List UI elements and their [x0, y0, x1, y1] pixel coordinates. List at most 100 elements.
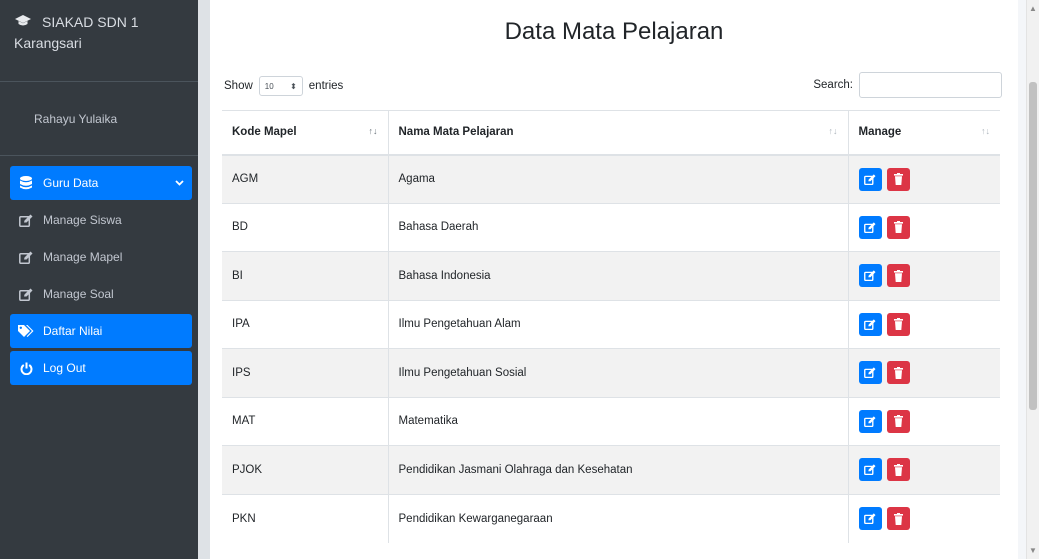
main-content: Data Mata Pelajaran Show 10 ⬍ entries Se… [210, 0, 1018, 559]
page-title: Data Mata Pelajaran [504, 18, 724, 45]
cell-kode-mapel: IPS [222, 348, 388, 397]
sidebar-item-log-out[interactable]: Log Out [10, 351, 192, 385]
scroll-down-icon[interactable]: ▼ [1029, 546, 1037, 555]
scrollbar-thumb[interactable] [1029, 82, 1037, 410]
sidebar-nav: Guru Data Manage Siswa Manage Mapel Mana… [0, 156, 198, 385]
show-label: Show [224, 80, 253, 92]
chevron-down-icon [175, 178, 184, 189]
trash-icon [893, 221, 903, 234]
cell-manage [847, 445, 1000, 494]
cell-manage [847, 202, 1000, 252]
edit-button[interactable] [858, 215, 882, 239]
sidebar-item-manage-soal[interactable]: Manage Soal [10, 277, 192, 311]
user-panel[interactable]: Rahayu Yulaika [0, 82, 198, 156]
edit-button[interactable] [858, 409, 882, 433]
delete-button[interactable] [886, 264, 910, 288]
edit-button[interactable] [858, 312, 882, 336]
cell-kode-mapel: MAT [222, 396, 388, 446]
edit-button[interactable] [858, 361, 882, 385]
entries-select[interactable]: 10 ⬍ [258, 76, 303, 96]
table-row: BI Bahasa Indonesia [222, 251, 1000, 300]
search-control: Search: [813, 72, 1002, 98]
tags-icon [18, 324, 34, 338]
cell-kode-mapel: PJOK [222, 445, 388, 494]
table-controls: Show 10 ⬍ entries Search: [224, 72, 1002, 98]
header-nama-mata-pelajaran[interactable]: Nama Mata Pelajaran ↑↓ [387, 110, 848, 156]
edit-button[interactable] [858, 264, 882, 288]
database-icon [18, 176, 34, 190]
trash-icon [893, 269, 903, 282]
sidebar-item-manage-siswa[interactable]: Manage Siswa [10, 203, 192, 237]
header-kode-mapel[interactable]: Kode Mapel ↑↓ [222, 110, 388, 156]
brand-text: SIAKAD SDN 1 Karangsari [14, 14, 139, 51]
cell-manage [847, 154, 1000, 203]
cell-nama-mata-pelajaran: Bahasa Daerah [387, 202, 848, 252]
cell-kode-mapel: IPA [222, 299, 388, 349]
scroll-up-icon[interactable]: ▲ [1029, 4, 1037, 13]
trash-icon [893, 366, 903, 379]
sidebar-divider [198, 0, 210, 559]
delete-button[interactable] [886, 215, 910, 239]
subjects-table: Kode Mapel ↑↓ Nama Mata Pelajaran ↑↓ Man… [222, 110, 1000, 543]
graduation-cap-icon [14, 12, 32, 33]
edit-icon [864, 222, 876, 233]
sidebar-item-manage-mapel[interactable]: Manage Mapel [10, 240, 192, 274]
header-label: Manage [858, 126, 902, 139]
header-label: Nama Mata Pelajaran [398, 126, 514, 139]
edit-icon [18, 213, 34, 227]
table-header-row: Kode Mapel ↑↓ Nama Mata Pelajaran ↑↓ Man… [222, 110, 1000, 156]
user-name: Rahayu Yulaika [34, 111, 118, 126]
sidebar-item-guru-data[interactable]: Guru Data [10, 166, 192, 200]
delete-button[interactable] [886, 458, 910, 482]
sort-icon: ↑↓ [981, 126, 990, 136]
edit-icon [864, 464, 876, 476]
edit-button[interactable] [858, 458, 882, 482]
table-body: AGM Agama BD Bahasa Daerah BI Bahasa Indonesi… [222, 154, 1000, 543]
cell-nama-mata-pelajaran: Agama [387, 154, 848, 203]
cell-manage [847, 299, 1000, 349]
header-manage[interactable]: Manage ↑↓ [847, 110, 1000, 156]
sidebar-item-daftar-nilai[interactable]: Daftar Nilai [10, 314, 192, 348]
sidebar-item-label: Manage Siswa [43, 213, 122, 227]
sidebar: SIAKAD SDN 1 Karangsari Rahayu Yulaika G… [0, 0, 198, 559]
edit-icon [18, 250, 34, 264]
cell-manage [847, 251, 1000, 300]
delete-button[interactable] [886, 409, 910, 433]
table-row: MAT Matematika [222, 396, 1000, 446]
edit-icon [864, 270, 876, 282]
edit-button[interactable] [858, 167, 882, 191]
delete-button[interactable] [886, 507, 910, 530]
table-row: IPS Ilmu Pengetahuan Sosial [222, 348, 1000, 397]
select-arrows-icon: ⬍ [290, 81, 297, 91]
entries-value: 10 [264, 81, 274, 91]
entries-control: Show 10 ⬍ entries [224, 76, 343, 96]
delete-button[interactable] [886, 312, 910, 336]
sidebar-item-label: Manage Mapel [43, 250, 123, 264]
edit-icon [18, 287, 34, 301]
cell-kode-mapel: PKN [222, 493, 388, 543]
cell-nama-mata-pelajaran: Bahasa Indonesia [387, 251, 848, 300]
trash-icon [893, 415, 903, 428]
scrollbar[interactable]: ▲ ▼ [1026, 0, 1039, 559]
table-row: PJOK Pendidikan Jasmani Olahraga dan Kese… [222, 445, 1000, 494]
sidebar-item-label: Log Out [43, 361, 86, 375]
search-input[interactable] [859, 72, 1002, 98]
sidebar-item-label: Daftar Nilai [43, 324, 103, 338]
sidebar-item-label: Guru Data [43, 176, 99, 190]
trash-icon [893, 512, 903, 525]
header-label: Kode Mapel [232, 126, 297, 139]
edit-button[interactable] [858, 507, 882, 530]
cell-nama-mata-pelajaran: Ilmu Pengetahuan Alam [387, 299, 848, 349]
sidebar-item-label: Manage Soal [43, 287, 114, 301]
cell-kode-mapel: BI [222, 251, 388, 300]
brand[interactable]: SIAKAD SDN 1 Karangsari [0, 0, 198, 82]
cell-manage [847, 348, 1000, 397]
delete-button[interactable] [886, 167, 910, 191]
edit-icon [864, 513, 876, 524]
delete-button[interactable] [886, 361, 910, 385]
table-row: BD Bahasa Daerah [222, 202, 1000, 252]
cell-nama-mata-pelajaran: Pendidikan Kewarganegaraan [387, 493, 848, 543]
edit-icon [864, 173, 876, 185]
app-window: SIAKAD SDN 1 Karangsari Rahayu Yulaika G… [0, 0, 1039, 559]
cell-nama-mata-pelajaran: Matematika [387, 396, 848, 446]
